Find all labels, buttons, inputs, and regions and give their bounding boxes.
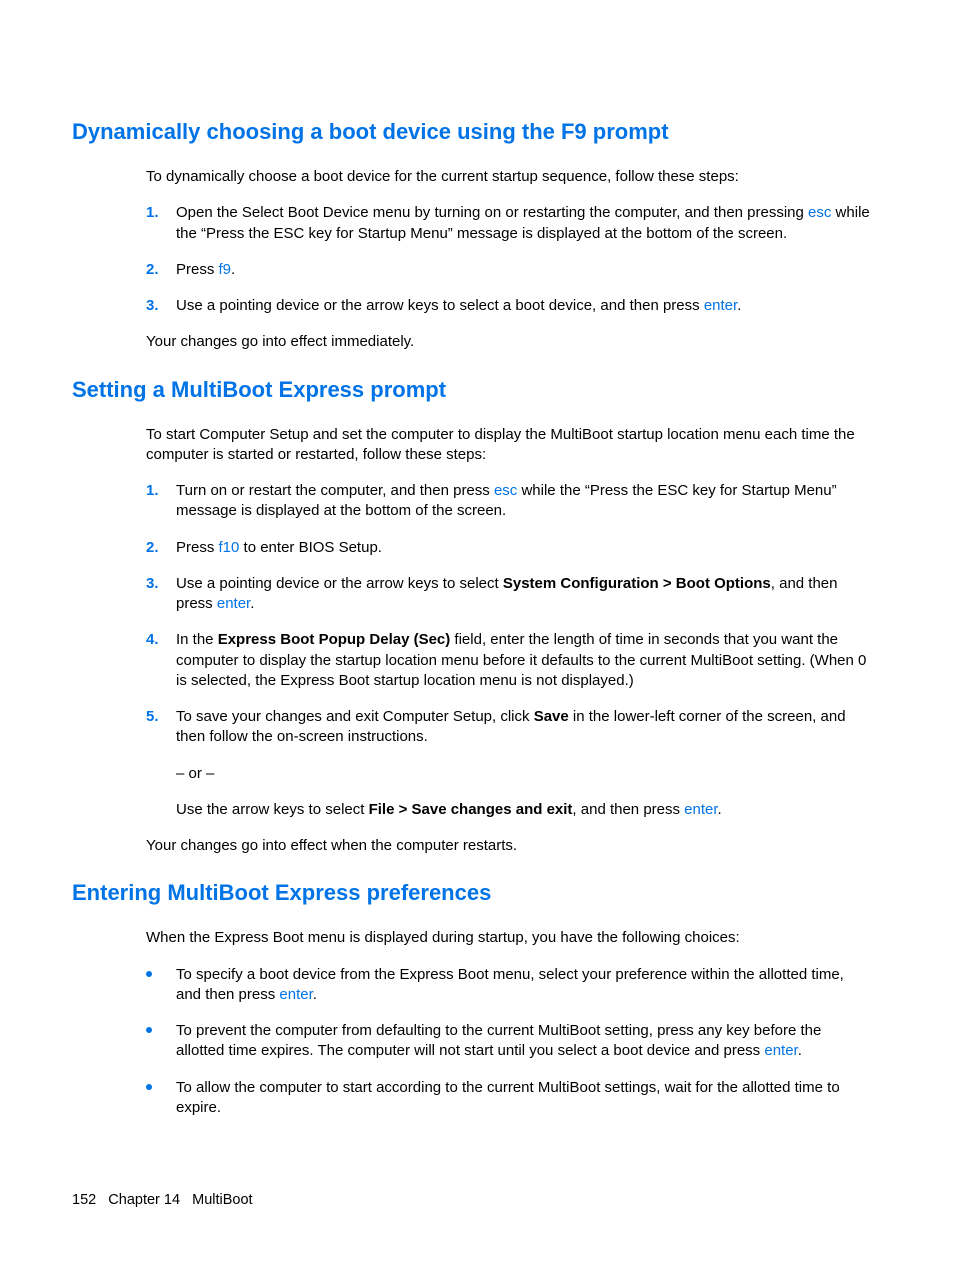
- bullet-content: To specify a boot device from the Expres…: [176, 965, 872, 1006]
- key-enter: enter: [704, 297, 737, 314]
- section-2-body: To start Computer Setup and set the comp…: [146, 425, 872, 857]
- bullet-content: To allow the computer to start according…: [176, 1078, 872, 1119]
- heading-multiboot-express: Setting a MultiBoot Express prompt: [72, 377, 882, 403]
- chapter-title: MultiBoot: [192, 1192, 252, 1208]
- list-item: 1. Open the Select Boot Device menu by t…: [146, 203, 872, 244]
- bullet-content: To prevent the computer from defaulting …: [176, 1021, 872, 1062]
- heading-f9-prompt: Dynamically choosing a boot device using…: [72, 119, 882, 145]
- key-esc: esc: [494, 482, 517, 499]
- key-enter: enter: [684, 801, 717, 818]
- list-item: 1. Turn on or restart the computer, and …: [146, 481, 872, 522]
- key-f9: f9: [219, 261, 232, 278]
- key-enter: enter: [217, 595, 250, 612]
- section-1-body: To dynamically choose a boot device for …: [146, 167, 872, 353]
- heading-entering-preferences: Entering MultiBoot Express preferences: [72, 880, 882, 906]
- outro-text: Your changes go into effect immediately.: [146, 332, 872, 352]
- list-item: 2. Press f9.: [146, 260, 872, 280]
- step-content: Press f10 to enter BIOS Setup.: [176, 538, 872, 558]
- alt-instruction: Use the arrow keys to select File > Save…: [176, 800, 872, 820]
- list-item: To allow the computer to start according…: [146, 1078, 872, 1119]
- step-content: Use a pointing device or the arrow keys …: [176, 296, 872, 316]
- step-number: 3.: [146, 296, 176, 316]
- outro-text: Your changes go into effect when the com…: [146, 836, 872, 856]
- list-item: 4. In the Express Boot Popup Delay (Sec)…: [146, 630, 872, 691]
- step-number: 4.: [146, 630, 176, 691]
- bold-text: Express Boot Popup Delay (Sec): [218, 631, 451, 648]
- step-number: 1.: [146, 481, 176, 522]
- list-item: To specify a boot device from the Expres…: [146, 965, 872, 1006]
- step-number: 2.: [146, 538, 176, 558]
- list-item: 3. Use a pointing device or the arrow ke…: [146, 296, 872, 316]
- intro-text: When the Express Boot menu is displayed …: [146, 928, 872, 948]
- page-number: 152: [72, 1192, 96, 1208]
- bullet-icon: [146, 1021, 176, 1062]
- key-esc: esc: [808, 204, 831, 221]
- list-item: 3. Use a pointing device or the arrow ke…: [146, 574, 872, 615]
- bold-text: System Configuration > Boot Options: [503, 575, 771, 592]
- step-number: 2.: [146, 260, 176, 280]
- step-number: 1.: [146, 203, 176, 244]
- step-number: 5.: [146, 707, 176, 820]
- intro-text: To start Computer Setup and set the comp…: [146, 425, 872, 466]
- step-content: Open the Select Boot Device menu by turn…: [176, 203, 872, 244]
- page-footer: 152 Chapter 14 MultiBoot: [72, 1192, 253, 1208]
- bullet-icon: [146, 965, 176, 1006]
- bold-text: File > Save changes and exit: [369, 801, 573, 818]
- list-item: 5. To save your changes and exit Compute…: [146, 707, 872, 820]
- bullet-icon: [146, 1078, 176, 1119]
- bullet-list: To specify a boot device from the Expres…: [146, 965, 872, 1119]
- key-f10: f10: [219, 539, 240, 556]
- section-3-body: When the Express Boot menu is displayed …: [146, 928, 872, 1118]
- steps-list: 1. Open the Select Boot Device menu by t…: [146, 203, 872, 316]
- intro-text: To dynamically choose a boot device for …: [146, 167, 872, 187]
- step-content: In the Express Boot Popup Delay (Sec) fi…: [176, 630, 872, 691]
- list-item: To prevent the computer from defaulting …: [146, 1021, 872, 1062]
- step-content: Use a pointing device or the arrow keys …: [176, 574, 872, 615]
- step-number: 3.: [146, 574, 176, 615]
- step-content: Press f9.: [176, 260, 872, 280]
- step-content: To save your changes and exit Computer S…: [176, 707, 872, 820]
- key-enter: enter: [279, 986, 312, 1003]
- step-content: Turn on or restart the computer, and the…: [176, 481, 872, 522]
- key-enter: enter: [764, 1042, 797, 1059]
- list-item: 2. Press f10 to enter BIOS Setup.: [146, 538, 872, 558]
- steps-list: 1. Turn on or restart the computer, and …: [146, 481, 872, 820]
- or-separator: – or –: [176, 764, 872, 784]
- chapter-label: Chapter 14: [108, 1192, 180, 1208]
- bold-text: Save: [534, 708, 569, 725]
